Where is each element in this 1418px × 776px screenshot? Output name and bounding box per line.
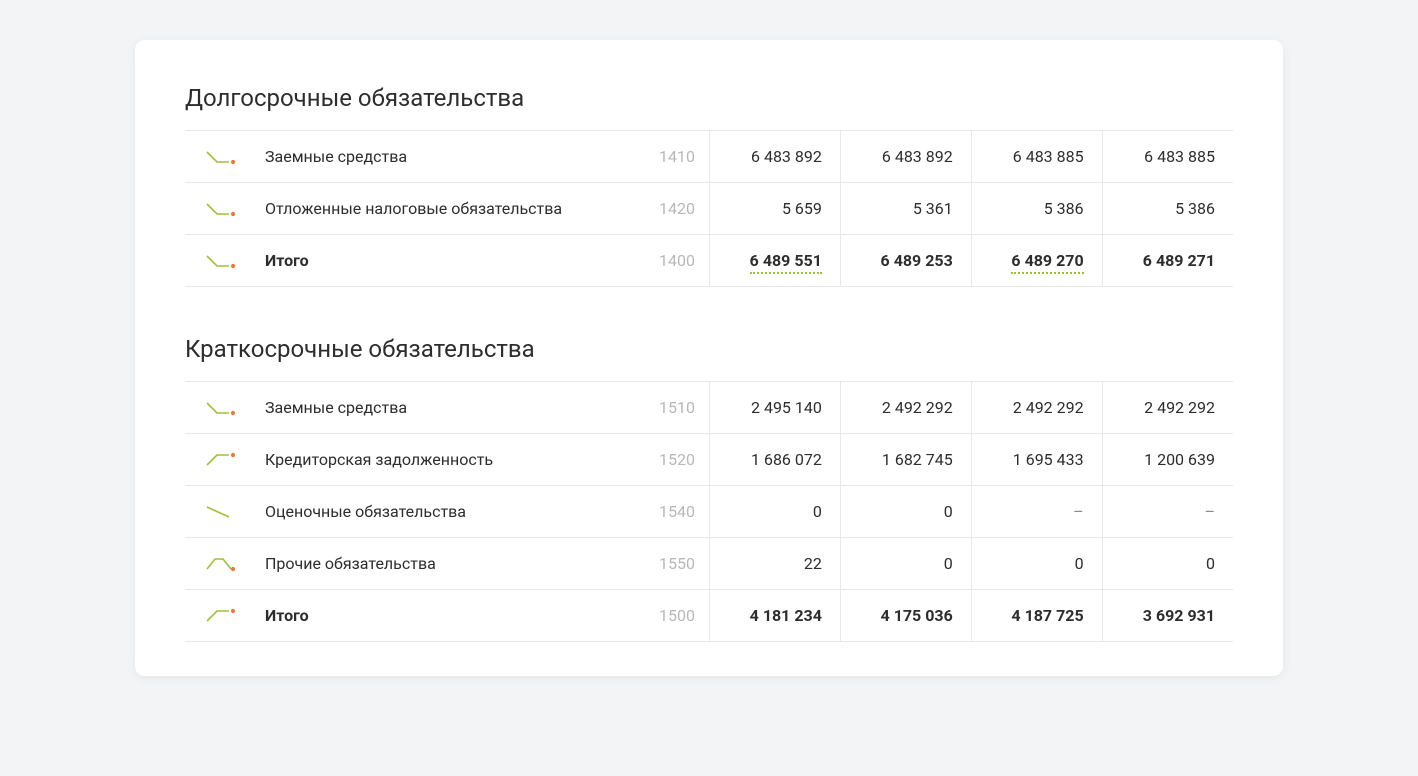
row-code: 1540 <box>605 486 710 538</box>
row-value: 6 483 885 <box>971 131 1102 183</box>
row-name: Оценочные обязательства <box>265 486 605 538</box>
row-value: 2 495 140 <box>710 382 841 434</box>
row-value: 2 492 292 <box>840 382 971 434</box>
table-row: Прочие обязательства155022000 <box>185 538 1233 590</box>
row-value: 6 483 885 <box>1102 131 1233 183</box>
row-code: 1500 <box>605 590 710 642</box>
row-name: Заемные средства <box>265 131 605 183</box>
row-code: 1410 <box>605 131 710 183</box>
row-value: 1 686 072 <box>710 434 841 486</box>
table-row: Итого14006 489 5516 489 2536 489 2706 48… <box>185 235 1233 287</box>
row-value: 5 386 <box>1102 183 1233 235</box>
row-value: – <box>1102 486 1233 538</box>
table-short-term: Заемные средства15102 495 1402 492 2922 … <box>185 381 1233 642</box>
row-code: 1520 <box>605 434 710 486</box>
row-value: 6 489 270 <box>971 235 1102 287</box>
row-value: 0 <box>971 538 1102 590</box>
row-name: Заемные средства <box>265 382 605 434</box>
row-value: 6 483 892 <box>710 131 841 183</box>
row-value: 6 483 892 <box>840 131 971 183</box>
row-value: 0 <box>840 538 971 590</box>
row-value: 5 659 <box>710 183 841 235</box>
row-value: 4 187 725 <box>971 590 1102 642</box>
sparkline-icon <box>185 434 265 486</box>
sparkline-icon <box>185 183 265 235</box>
row-value: 0 <box>840 486 971 538</box>
sparkline-icon <box>185 538 265 590</box>
table-row: Оценочные обязательства154000–– <box>185 486 1233 538</box>
row-value: 0 <box>1102 538 1233 590</box>
section-title-long-term: Долгосрочные обязательства <box>185 84 1233 112</box>
row-name: Итого <box>265 235 605 287</box>
row-value: 2 492 292 <box>1102 382 1233 434</box>
row-value: 4 175 036 <box>840 590 971 642</box>
row-name: Кредиторская задолженность <box>265 434 605 486</box>
row-value: 6 489 271 <box>1102 235 1233 287</box>
row-value: 6 489 551 <box>710 235 841 287</box>
sparkline-icon <box>185 486 265 538</box>
row-value: 1 200 639 <box>1102 434 1233 486</box>
section-title-short-term: Краткосрочные обязательства <box>185 335 1233 363</box>
row-code: 1400 <box>605 235 710 287</box>
row-value: 2 492 292 <box>971 382 1102 434</box>
table-row: Заемные средства14106 483 8926 483 8926 … <box>185 131 1233 183</box>
row-name: Отложенные налоговые обязательства <box>265 183 605 235</box>
row-name: Прочие обязательства <box>265 538 605 590</box>
row-value: 0 <box>710 486 841 538</box>
table-row: Отложенные налоговые обязательства14205 … <box>185 183 1233 235</box>
row-value: 1 695 433 <box>971 434 1102 486</box>
sparkline-icon <box>185 590 265 642</box>
row-name: Итого <box>265 590 605 642</box>
row-value: 5 386 <box>971 183 1102 235</box>
table-long-term: Заемные средства14106 483 8926 483 8926 … <box>185 130 1233 287</box>
row-value: 3 692 931 <box>1102 590 1233 642</box>
row-value: 1 682 745 <box>840 434 971 486</box>
row-value: 22 <box>710 538 841 590</box>
row-code: 1550 <box>605 538 710 590</box>
row-value: 5 361 <box>840 183 971 235</box>
sparkline-icon <box>185 235 265 287</box>
row-code: 1420 <box>605 183 710 235</box>
row-code: 1510 <box>605 382 710 434</box>
row-value: 4 181 234 <box>710 590 841 642</box>
row-value: 6 489 253 <box>840 235 971 287</box>
row-value: – <box>971 486 1102 538</box>
table-row: Итого15004 181 2344 175 0364 187 7253 69… <box>185 590 1233 642</box>
sparkline-icon <box>185 131 265 183</box>
table-row: Кредиторская задолженность15201 686 0721… <box>185 434 1233 486</box>
financials-card: Долгосрочные обязательства Заемные средс… <box>135 40 1283 676</box>
table-row: Заемные средства15102 495 1402 492 2922 … <box>185 382 1233 434</box>
sparkline-icon <box>185 382 265 434</box>
